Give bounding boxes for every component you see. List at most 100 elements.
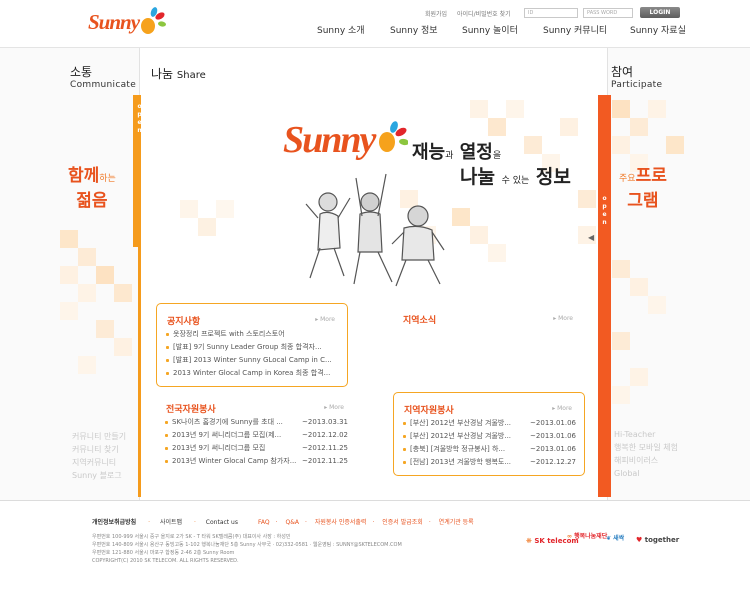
- separator-dot: ·: [304, 519, 307, 526]
- list-item[interactable]: 옷장정리 프로젝트 with 스토리스토어: [165, 328, 339, 341]
- id-input[interactable]: ID: [524, 8, 578, 18]
- national-volunteer-list: SK나이츠 홈경기에 Sunny를 초대 ... ~2013.03.31 2013…: [164, 416, 348, 468]
- privacy-policy-link[interactable]: 개인정보취급방침: [92, 519, 136, 526]
- community-links: 커뮤니티 만들기 커뮤니티 찾기 지역커뮤니티 Sunny 블로그: [72, 430, 126, 482]
- hero-sunny-logo: Sunny: [283, 119, 376, 161]
- sprout-icon: ❦: [606, 535, 612, 542]
- bullet-icon: [166, 372, 169, 375]
- bullet-icon: [166, 333, 169, 336]
- happiness-foundation-logo[interactable]: ∞ 행복나눔재단: [567, 531, 607, 540]
- logo-leaf-icon: [141, 7, 166, 34]
- community-create-link[interactable]: 커뮤니티 만들기: [72, 430, 126, 443]
- find-account-link[interactable]: 아이디/비밀번호 찾기: [457, 11, 511, 18]
- separator-dot: ·: [193, 519, 196, 526]
- login-button[interactable]: LOGIN: [640, 7, 680, 18]
- sunny-blog-link[interactable]: Sunny 블로그: [72, 469, 126, 482]
- bullet-icon: [165, 421, 168, 424]
- bullet-icon: [165, 434, 168, 437]
- hero-tagline-line1: 재능과 열정을: [412, 142, 502, 163]
- bullet-icon: [403, 435, 406, 438]
- gnb-community[interactable]: Sunny 커뮤니티: [543, 23, 607, 36]
- together-mark-icon: ♥: [636, 536, 643, 544]
- bullet-icon: [166, 359, 169, 362]
- hero-tagline-line2: 나눌 수 있는 정보: [460, 166, 571, 188]
- list-item[interactable]: 2013년 Winter Glocal Camp 참가자... ~2012.11.…: [164, 455, 348, 468]
- global-link[interactable]: Global: [614, 467, 678, 480]
- partner-register-link[interactable]: 연계기관 등록: [439, 519, 474, 526]
- list-item[interactable]: [발표] 9기 Sunny Leader Group 최종 합격자...: [165, 341, 339, 354]
- list-item[interactable]: [발표] 2013 Winter Sunny GLocal Camp in C.…: [165, 354, 339, 367]
- bullet-icon: [403, 461, 406, 464]
- national-volunteer-title: 전국자원봉사: [166, 405, 216, 415]
- sunny-logo[interactable]: Sunny: [88, 6, 168, 40]
- gnb-archive[interactable]: Sunny 자료실: [630, 23, 686, 36]
- community-find-link[interactable]: 커뮤니티 찾기: [72, 443, 126, 456]
- utility-links: 회원가입 아이디/비밀번호 찾기: [425, 9, 519, 18]
- list-item[interactable]: 2013년 9기 써니리더그룹 모집(제... ~2012.12.02: [164, 429, 348, 442]
- saessak-logo[interactable]: ❦ 새싹: [606, 533, 624, 542]
- footer: 개인정보취급방침 · 사이트맵 · Contact us FAQ · Q&A · 자…: [0, 500, 750, 603]
- regional-volunteer-box: 지역자원봉사 ▸ More [부산] 2012년 부산경남 겨울방... ~201…: [393, 392, 585, 476]
- left-tagline: 함께하는 젊음: [68, 166, 116, 211]
- separator-dot: ·: [148, 519, 151, 526]
- hero-leaf-icon: [379, 121, 408, 152]
- qna-link[interactable]: Q&A: [285, 519, 299, 526]
- community-local-link[interactable]: 지역커뮤니티: [72, 456, 126, 469]
- bullet-icon: [403, 448, 406, 451]
- notice-box: 공지사항 ▸ More 옷장정리 프로젝트 with 스토리스토어 [발표] 9…: [156, 303, 348, 387]
- gnb-about[interactable]: Sunny 소개: [317, 23, 365, 36]
- local-news-box: 지역소식 ▸ More: [393, 303, 585, 387]
- share-title: 나눔 Share: [151, 67, 206, 81]
- list-item[interactable]: SK나이츠 홈경기에 Sunny를 초대 ... ~2013.03.31: [164, 416, 348, 429]
- header: Sunny 회원가입 아이디/비밀번호 찾기 ID PASS WORD LOGI…: [0, 0, 750, 48]
- list-item[interactable]: 2013년 9기 써니리더그룹 모집 ~2012.11.25: [164, 442, 348, 455]
- list-item[interactable]: 2013 Winter Glocal Camp in Korea 최종 합격..…: [165, 367, 339, 380]
- national-volunteer-box: 전국자원봉사 ▸ More SK나이츠 홈경기에 Sunny를 초대 ... ~2…: [156, 392, 356, 480]
- together-logo[interactable]: ♥ together: [636, 536, 679, 544]
- bullet-icon: [165, 460, 168, 463]
- list-item[interactable]: [부산] 2012년 부산경남 겨울방... ~2013.01.06: [402, 430, 576, 443]
- program-links: Hi-Teacher 행복한 모바일 체험 해피비이러스 Global: [614, 428, 678, 480]
- notice-more-link[interactable]: ▸ More: [315, 316, 335, 323]
- list-item[interactable]: [전남] 2013년 겨울방학 행복도... ~2012.12.27: [402, 456, 576, 469]
- gnb-info[interactable]: Sunny 정보: [390, 23, 438, 36]
- communicate-subtitle: Communicate: [70, 80, 137, 90]
- regional-volunteer-title: 지역자원봉사: [404, 406, 454, 416]
- right-open-bar[interactable]: open: [598, 95, 611, 497]
- password-input[interactable]: PASS WORD: [583, 8, 633, 18]
- right-tagline: 주요프로 그램: [619, 166, 667, 211]
- hero-children-illustration: [305, 173, 445, 287]
- local-news-more-link[interactable]: ▸ More: [553, 315, 573, 322]
- certificate-lookup-link[interactable]: 인증서 발급조회: [382, 519, 423, 526]
- foundation-mark-icon: ∞: [567, 533, 572, 540]
- gnb-playground[interactable]: Sunny 놀이터: [462, 23, 518, 36]
- footer-address: 우편번호 100-999 서울시 중구 을지로 2가 SK - T 타워 SK텔…: [92, 534, 402, 564]
- happy-virus-link[interactable]: 해피비이러스: [614, 454, 678, 467]
- certificate-print-link[interactable]: 자원봉사 인증서출력: [315, 519, 367, 526]
- bullet-icon: [165, 447, 168, 450]
- list-item[interactable]: [충북] [겨울방학 정규봉사] 하... ~2013.01.06: [402, 443, 576, 456]
- signup-link[interactable]: 회원가입: [425, 11, 447, 18]
- logo-text: Sunny: [88, 10, 140, 34]
- communicate-title: 소통: [70, 65, 93, 79]
- regional-volunteer-more-link[interactable]: ▸ More: [552, 405, 572, 412]
- bullet-icon: [166, 346, 169, 349]
- hi-teacher-link[interactable]: Hi-Teacher: [614, 428, 678, 441]
- separator-dot: ·: [275, 519, 278, 526]
- footer-links: 개인정보취급방침 · 사이트맵 · Contact us: [92, 517, 248, 526]
- mobile-experience-link[interactable]: 행복한 모바일 체험: [614, 441, 678, 454]
- footer-service-links: FAQ · Q&A · 자원봉사 인증서출력 · 인증서 발급조회 · 연계기관 등록: [258, 517, 480, 526]
- separator-dot: ·: [372, 519, 375, 526]
- sk-butterfly-icon: ❋: [526, 537, 532, 545]
- sitemap-link[interactable]: 사이트맵: [160, 519, 182, 526]
- faq-link[interactable]: FAQ: [258, 519, 270, 526]
- contact-link[interactable]: Contact us: [206, 519, 238, 526]
- expand-left-arrow-icon[interactable]: ◀: [588, 233, 598, 243]
- participate-subtitle: Participate: [611, 80, 663, 90]
- list-item[interactable]: [부산] 2012년 부산경남 겨울방... ~2013.01.06: [402, 417, 576, 430]
- national-volunteer-more-link[interactable]: ▸ More: [324, 404, 344, 411]
- notice-title: 공지사항: [167, 317, 201, 327]
- local-news-title: 지역소식: [403, 316, 437, 326]
- bullet-icon: [403, 422, 406, 425]
- participate-title: 참여: [611, 65, 634, 79]
